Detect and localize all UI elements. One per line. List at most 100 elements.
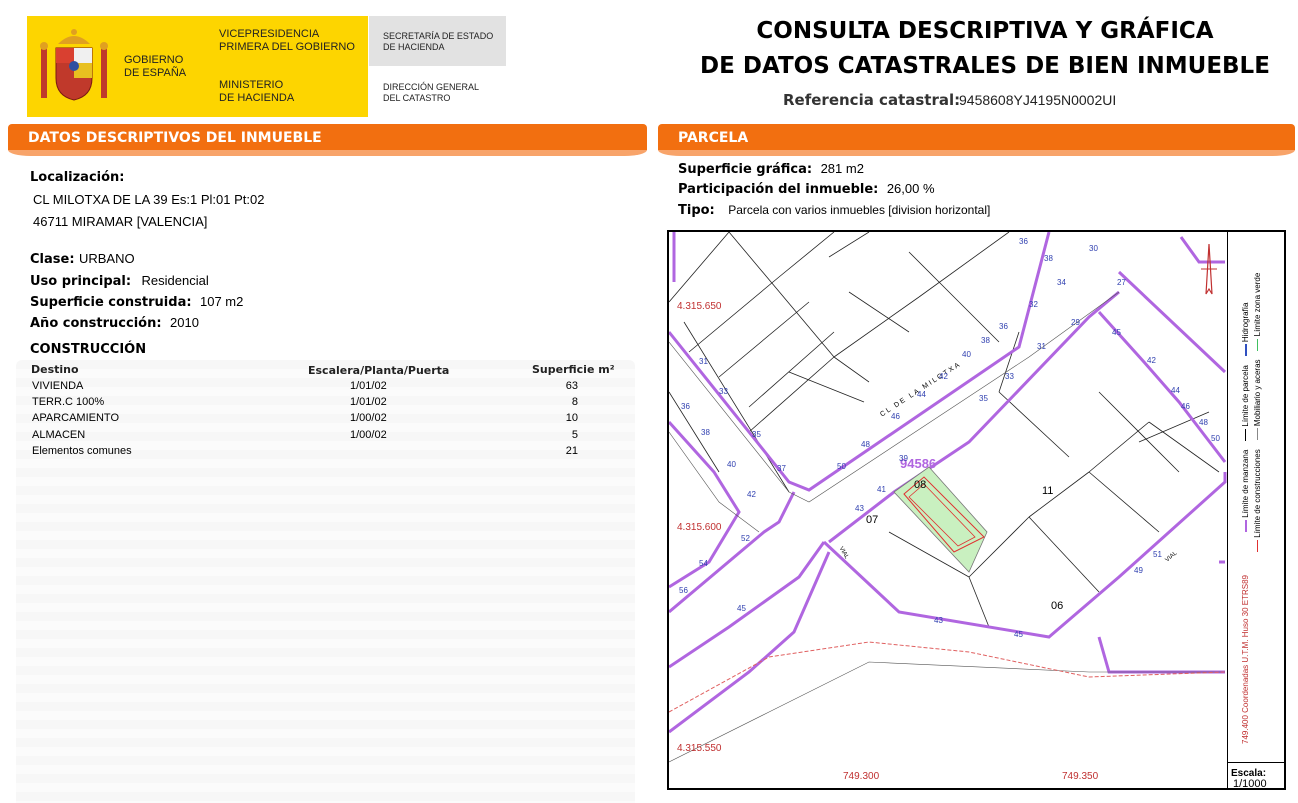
- participacion-row: Participación del inmueble: 26,00 %: [678, 180, 935, 198]
- tipo-value: Parcela con varios inmuebles [division h…: [728, 203, 991, 217]
- anio-value: 2010: [170, 315, 199, 330]
- legend-zona-verde-swatch: [1257, 338, 1259, 351]
- participacion-value: 26,00 %: [886, 181, 935, 196]
- street-number: 50: [837, 462, 846, 471]
- legend-col-1: Límite de manzana Límite de parcela Hidr…: [1241, 232, 1250, 532]
- street-number: 40: [962, 350, 971, 359]
- legend-manzana: Límite de manzana: [1241, 449, 1250, 518]
- parcela-header-strip: [658, 150, 1295, 156]
- vicepresidencia-text: VICEPRESIDENCIA PRIMERA DEL GOBIERNO: [219, 28, 355, 53]
- ministerio-text: MINISTERIO DE HACIENDA: [219, 79, 295, 104]
- street-number: 38: [701, 428, 710, 437]
- parcel-11: 11: [1042, 485, 1054, 497]
- y-label-mid: 4.315.600: [677, 522, 722, 533]
- street-number: 52: [741, 534, 750, 543]
- street-number: 31: [699, 357, 708, 366]
- sup-grafica-value: 281 m2: [820, 161, 864, 176]
- row-escalera: 1/01/02: [350, 380, 387, 392]
- tipo-label: Tipo:: [678, 203, 715, 218]
- parcel-08: 08: [914, 479, 927, 491]
- secretaria-text: SECRETARÍA DE ESTADO DE HACIENDA: [383, 31, 494, 52]
- legend-mobiliario: Mobiliario y aceras: [1253, 359, 1262, 427]
- parcel-07: 07: [866, 514, 879, 526]
- x-label-right: 749.350: [1062, 771, 1099, 782]
- street-number: 56: [679, 586, 688, 595]
- street-number: 45: [737, 604, 746, 613]
- street-number: 34: [1057, 278, 1066, 287]
- clase-label: Clase:: [30, 252, 75, 267]
- street-number: 41: [877, 485, 886, 494]
- legend-construcciones: Límite de construcciones: [1253, 449, 1262, 538]
- uso-label: Uso principal:: [30, 274, 132, 289]
- legend-parcela: Límite de parcela: [1241, 365, 1250, 427]
- street-number: 43: [934, 616, 943, 625]
- street-number: 46: [1181, 402, 1190, 411]
- y-label-bottom: 4.315.550: [677, 743, 722, 754]
- street-number: 40: [727, 460, 736, 469]
- parcel-06: 06: [1051, 600, 1064, 612]
- escala-value: 1/1000: [1233, 778, 1267, 790]
- street-number: 46: [891, 412, 900, 421]
- gobierno-text: GOBIERNO DE ESPAÑA: [124, 54, 187, 79]
- north-arrow-icon: [1201, 244, 1217, 295]
- street-number: 45: [1014, 630, 1023, 639]
- clase-value: URBANO: [78, 251, 135, 266]
- legend-parcela-swatch: [1245, 428, 1247, 441]
- coat-of-arms-icon: [40, 29, 108, 101]
- descriptivos-title: DATOS DESCRIPTIVOS DEL INMUEBLE: [28, 130, 322, 146]
- parcela-header: PARCELA: [658, 124, 1295, 150]
- street-number: 32: [1029, 300, 1038, 309]
- street-number: 45: [1112, 328, 1121, 337]
- ref-label: Referencia catastral:: [783, 91, 961, 109]
- legend-hidrografia: Hidrografía: [1241, 302, 1250, 343]
- legend-col-2: Límite de construcciones Mobiliario y ac…: [1253, 252, 1262, 552]
- anio-label: Año construcción:: [30, 316, 162, 331]
- street-number: 38: [1044, 254, 1053, 263]
- construccion-title: CONSTRUCCIÓN: [30, 342, 147, 357]
- participacion-label: Participación del inmueble:: [678, 182, 879, 197]
- descriptivos-header-strip: [8, 150, 647, 156]
- escala-divider: [1227, 762, 1284, 763]
- row-destino: VIVIENDA: [32, 380, 84, 392]
- descriptivos-header: DATOS DESCRIPTIVOS DEL INMUEBLE: [8, 124, 647, 150]
- street-number: 44: [1171, 386, 1180, 395]
- row-destino: TERR.C 100%: [32, 396, 105, 408]
- row-destino: APARCAMIENTO: [32, 412, 119, 424]
- street-number: 49: [1134, 566, 1143, 575]
- parcela-title: PARCELA: [678, 130, 749, 146]
- col-escalera: Escalera/Planta/Puerta: [308, 364, 450, 377]
- superficie-label: Superficie construida:: [30, 295, 192, 310]
- street-number: 35: [752, 430, 761, 439]
- localizacion-line2: 46711 MIRAMAR [VALENCIA]: [33, 214, 208, 229]
- street-number: 30: [1089, 244, 1098, 253]
- street-number: 48: [1199, 418, 1208, 427]
- legend-construcciones-swatch: [1257, 540, 1259, 552]
- street-number: 31: [1037, 342, 1046, 351]
- street-number: 36: [1019, 237, 1028, 246]
- x-label-left: 749.300: [843, 771, 880, 782]
- uso-row: Uso principal: Residencial: [30, 272, 209, 290]
- map-drawing: [669, 232, 1227, 763]
- legend-mobiliario-swatch: [1257, 428, 1259, 441]
- street-number: 42: [939, 372, 948, 381]
- direccion-text: DIRECCIÓN GENERAL DEL CATASTRO: [383, 82, 480, 103]
- page-title-line1: CONSULTA DESCRIPTIVA Y GRÁFICA: [756, 18, 1214, 44]
- col-superficie: Superficie m²: [532, 363, 615, 376]
- street-number: 42: [747, 490, 756, 499]
- clase-row: Clase: URBANO: [30, 250, 135, 268]
- row-escalera: 1/00/02: [350, 412, 387, 424]
- page-title-line2: DE DATOS CATASTRALES DE BIEN INMUEBLE: [700, 53, 1270, 79]
- street-number: 43: [855, 504, 864, 513]
- row-destino: Elementos comunes: [32, 445, 132, 457]
- street-number: 27: [1117, 278, 1126, 287]
- street-number: 48: [861, 440, 870, 449]
- street-number: 38: [981, 336, 990, 345]
- superficie-row: Superficie construida: 107 m2: [30, 293, 243, 311]
- legend-zona-verde: Límite zona verde: [1253, 272, 1262, 337]
- legend-manzana-swatch: [1244, 520, 1247, 532]
- cadastral-map: 4.315.650 4.315.600 4.315.550 749.300 74…: [667, 230, 1286, 790]
- legend-coordenadas: 749.400 Coordenadas U.T.M. Huso 30 ETRS8…: [1241, 575, 1250, 744]
- street-number: 50: [1211, 434, 1220, 443]
- street-number: 36: [681, 402, 690, 411]
- col-destino: Destino: [31, 363, 79, 376]
